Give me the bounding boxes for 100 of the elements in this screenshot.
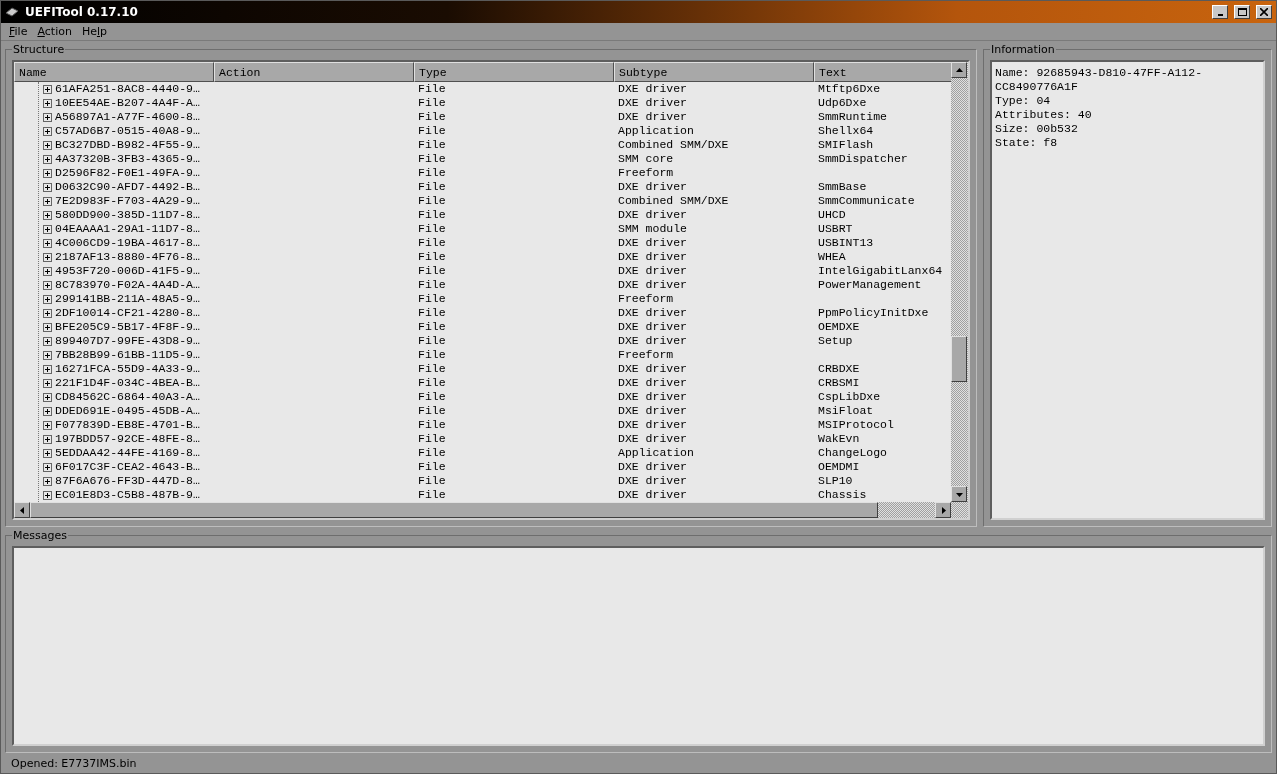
tree-item[interactable]: D2596F82-F0E1-49FA-9… bbox=[14, 166, 214, 181]
tree-item[interactable]: BC327DBD-B982-4F55-9… bbox=[14, 138, 214, 153]
tree-item[interactable]: 16271FCA-55D9-4A33-9… bbox=[14, 362, 214, 377]
tree-item[interactable]: BFE205C9-5B17-4F8F-9… bbox=[14, 320, 214, 335]
expand-icon[interactable] bbox=[43, 434, 52, 444]
scroll-down-arrow-icon[interactable] bbox=[955, 490, 963, 498]
scroll-up-arrow-icon[interactable] bbox=[955, 66, 963, 74]
expand-icon[interactable] bbox=[43, 378, 52, 388]
column-header[interactable]: Text bbox=[814, 62, 951, 83]
table-cell-text: DXE driver bbox=[617, 376, 688, 391]
table-cell-text: Udp6Dxe bbox=[817, 96, 868, 111]
table-cell-text: OEMDMI bbox=[817, 460, 861, 475]
expand-icon[interactable] bbox=[43, 322, 52, 332]
expand-icon[interactable] bbox=[43, 182, 52, 192]
expand-icon[interactable] bbox=[43, 84, 52, 94]
expand-icon[interactable] bbox=[43, 266, 52, 276]
app-icon bbox=[5, 5, 19, 18]
expand-icon[interactable] bbox=[43, 168, 52, 178]
expand-icon[interactable] bbox=[43, 490, 52, 500]
table-cell-text: DXE driver bbox=[617, 208, 688, 223]
tree-item[interactable]: 61AFA251-8AC8-4440-9… bbox=[14, 82, 214, 97]
table-cell-text: DXE driver bbox=[617, 110, 688, 125]
scroll-right-arrow-icon[interactable] bbox=[939, 506, 947, 514]
vertical-scrollbar[interactable] bbox=[951, 62, 968, 503]
table-cell-text: File bbox=[417, 96, 447, 111]
expand-icon[interactable] bbox=[43, 196, 52, 206]
table-cell-text: Setup bbox=[817, 334, 854, 349]
tree-item[interactable]: 899407D7-99FE-43D8-9… bbox=[14, 334, 214, 349]
expand-icon[interactable] bbox=[43, 308, 52, 318]
expand-icon[interactable] bbox=[43, 350, 52, 360]
expand-icon[interactable] bbox=[43, 210, 52, 220]
tree-item[interactable]: 8C783970-F02A-4A4D-A… bbox=[14, 278, 214, 293]
expand-icon[interactable] bbox=[43, 420, 52, 430]
tree-item[interactable]: 197BDD57-92CE-48FE-8… bbox=[14, 432, 214, 447]
expand-icon[interactable] bbox=[43, 336, 52, 346]
table-cell-text: WHEA bbox=[817, 250, 847, 265]
tree-item[interactable]: 580DD900-385D-11D7-8… bbox=[14, 208, 214, 223]
expand-icon[interactable] bbox=[43, 476, 52, 486]
expand-icon[interactable] bbox=[43, 112, 52, 122]
table-cell-text: File bbox=[417, 432, 447, 447]
menu-item[interactable]: Help bbox=[77, 24, 113, 38]
table-cell-text: DXE driver bbox=[617, 432, 688, 447]
expand-icon[interactable] bbox=[43, 294, 52, 304]
tree-item[interactable]: 7E2D983F-F703-4A29-9… bbox=[14, 194, 214, 209]
table-cell-text: File bbox=[417, 82, 447, 97]
expand-icon[interactable] bbox=[43, 448, 52, 458]
tree-item[interactable]: 4C006CD9-19BA-4617-8… bbox=[14, 236, 214, 251]
table-cell-text: UHCD bbox=[817, 208, 847, 223]
expand-icon[interactable] bbox=[43, 224, 52, 234]
table-cell-text: File bbox=[417, 376, 447, 391]
table-cell-text: USBINT13 bbox=[817, 236, 875, 251]
table-cell-text: Shellx64 bbox=[817, 124, 875, 139]
tree-item[interactable]: 7BB28B99-61BB-11D5-9… bbox=[14, 348, 214, 363]
tree-item[interactable]: A56897A1-A77F-4600-8… bbox=[14, 110, 214, 125]
expand-icon[interactable] bbox=[43, 392, 52, 402]
table-cell-text: Combined SMM/DXE bbox=[617, 194, 730, 209]
expand-icon[interactable] bbox=[43, 462, 52, 472]
tree-item[interactable]: C57AD6B7-0515-40A8-9… bbox=[14, 124, 214, 139]
table-cell-text: File bbox=[417, 334, 447, 349]
expand-icon[interactable] bbox=[43, 280, 52, 290]
tree-item[interactable]: EC01E8D3-C5B8-487B-9… bbox=[14, 488, 214, 503]
tree-item[interactable]: DDED691E-0495-45DB-A… bbox=[14, 404, 214, 419]
minimize-button[interactable] bbox=[1212, 4, 1228, 19]
menu-item[interactable]: File bbox=[5, 24, 34, 38]
tree-item[interactable]: 2187AF13-8880-4F76-8… bbox=[14, 250, 214, 265]
tree-item[interactable]: 10EE54AE-B207-4A4F-A… bbox=[14, 96, 214, 111]
tree-item[interactable]: 4953F720-006D-41F5-9… bbox=[14, 264, 214, 279]
expand-icon[interactable] bbox=[43, 238, 52, 248]
close-button[interactable] bbox=[1256, 4, 1272, 19]
table-cell-text: DXE driver bbox=[617, 488, 688, 503]
table-cell-text: File bbox=[417, 390, 447, 405]
column-header[interactable]: Name bbox=[14, 62, 214, 83]
menu-item[interactable]: Action bbox=[33, 24, 78, 38]
column-header[interactable]: Type bbox=[414, 62, 614, 83]
expand-icon[interactable] bbox=[43, 126, 52, 136]
expand-icon[interactable] bbox=[43, 364, 52, 374]
tree-item[interactable]: 299141BB-211A-48A5-9… bbox=[14, 292, 214, 307]
expand-icon[interactable] bbox=[43, 154, 52, 164]
expand-icon[interactable] bbox=[43, 98, 52, 108]
scroll-left-arrow-icon[interactable] bbox=[18, 506, 26, 514]
expand-icon[interactable] bbox=[43, 140, 52, 150]
tree-item[interactable]: CD84562C-6864-40A3-A… bbox=[14, 390, 214, 405]
tree-item[interactable]: 04EAAAA1-29A1-11D7-8… bbox=[14, 222, 214, 237]
tree-item[interactable]: 2DF10014-CF21-4280-8… bbox=[14, 306, 214, 321]
column-header[interactable]: Subtype bbox=[614, 62, 814, 83]
column-header[interactable]: Action bbox=[214, 62, 414, 83]
expand-icon[interactable] bbox=[43, 252, 52, 262]
tree-item[interactable]: 6F017C3F-CEA2-4643-B… bbox=[14, 460, 214, 475]
tree-item[interactable]: F077839D-EB8E-4701-B… bbox=[14, 418, 214, 433]
tree-item[interactable]: 5EDDAA42-44FE-4169-8… bbox=[14, 446, 214, 461]
tree-item[interactable]: D0632C90-AFD7-4492-B… bbox=[14, 180, 214, 195]
group-title: Information bbox=[990, 43, 1056, 57]
tree-item[interactable]: 87F6A676-FF3D-447D-8… bbox=[14, 474, 214, 489]
table-cell-text: File bbox=[417, 110, 447, 125]
expand-icon[interactable] bbox=[43, 406, 52, 416]
maximize-button[interactable] bbox=[1234, 4, 1250, 19]
tree-item[interactable]: 221F1D4F-034C-4BEA-B… bbox=[14, 376, 214, 391]
table-cell-text: File bbox=[417, 222, 447, 237]
tree-item[interactable]: 4A37320B-3FB3-4365-9… bbox=[14, 152, 214, 167]
scrollbar-thumb[interactable] bbox=[951, 336, 967, 383]
